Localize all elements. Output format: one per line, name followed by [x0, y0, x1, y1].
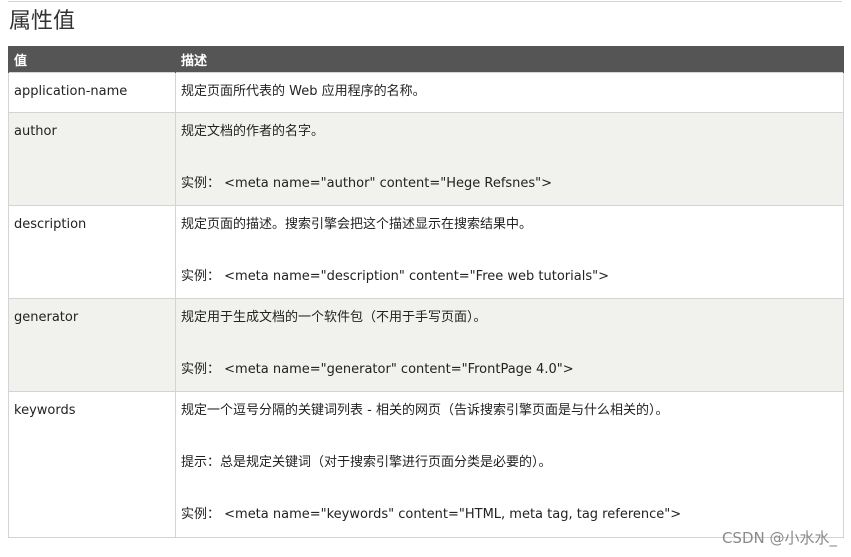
row-description: 规定用于生成文档的一个软件包（不用于手写页面）。 实例： <meta name=… — [175, 298, 844, 392]
table-row: author 规定文档的作者的名字。 实例： <meta name="autho… — [8, 112, 844, 206]
table-header-row: 值 描述 — [8, 46, 844, 73]
header-value: 值 — [8, 46, 176, 73]
table-row: generator 规定用于生成文档的一个软件包（不用于手写页面）。 实例： <… — [8, 298, 844, 392]
page-title: 属性值 — [9, 9, 76, 34]
header-description: 描述 — [175, 46, 844, 73]
row-description: 规定一个逗号分隔的关键词列表 - 相关的网页（告诉搜索引擎页面是与什么相关的）。… — [175, 391, 844, 538]
row-description: 规定文档的作者的名字。 实例： <meta name="author" cont… — [175, 112, 844, 206]
tip-text: 提示：总是规定关键词（对于搜索引擎进行页面分类是必要的）。 — [181, 455, 552, 470]
description-text: 规定文档的作者的名字。 — [181, 124, 325, 139]
csdn-watermark: CSDN @小水水_ — [721, 529, 837, 547]
top-divider — [8, 1, 842, 2]
description-text: 规定一个逗号分隔的关键词列表 - 相关的网页（告诉搜索引擎页面是与什么相关的）。 — [181, 403, 669, 418]
example-text: 实例： <meta name="keywords" content="HTML,… — [181, 507, 682, 522]
row-value: keywords — [8, 391, 176, 538]
description-text: 规定用于生成文档的一个软件包（不用于手写页面）。 — [181, 310, 487, 325]
attribute-values-table: 值 描述 application-name 规定页面所代表的 Web 应用程序的… — [8, 46, 844, 538]
example-text: 实例： <meta name="author" content="Hege Re… — [181, 176, 553, 191]
description-text: 规定页面的描述。搜索引擎会把这个描述显示在搜索结果中。 — [181, 217, 533, 232]
table-row: description 规定页面的描述。搜索引擎会把这个描述显示在搜索结果中。 … — [8, 205, 844, 299]
row-value: application-name — [8, 72, 176, 113]
description-text: 规定页面所代表的 Web 应用程序的名称。 — [181, 84, 426, 99]
table-row: keywords 规定一个逗号分隔的关键词列表 - 相关的网页（告诉搜索引擎页面… — [8, 391, 844, 538]
row-value: generator — [8, 298, 176, 392]
table-row: application-name 规定页面所代表的 Web 应用程序的名称。 — [8, 72, 844, 113]
row-description: 规定页面的描述。搜索引擎会把这个描述显示在搜索结果中。 实例： <meta na… — [175, 205, 844, 299]
example-text: 实例： <meta name="description" content="Fr… — [181, 269, 609, 284]
example-text: 实例： <meta name="generator" content="Fron… — [181, 362, 574, 377]
row-value: author — [8, 112, 176, 206]
row-value: description — [8, 205, 176, 299]
row-description: 规定页面所代表的 Web 应用程序的名称。 — [175, 72, 844, 113]
